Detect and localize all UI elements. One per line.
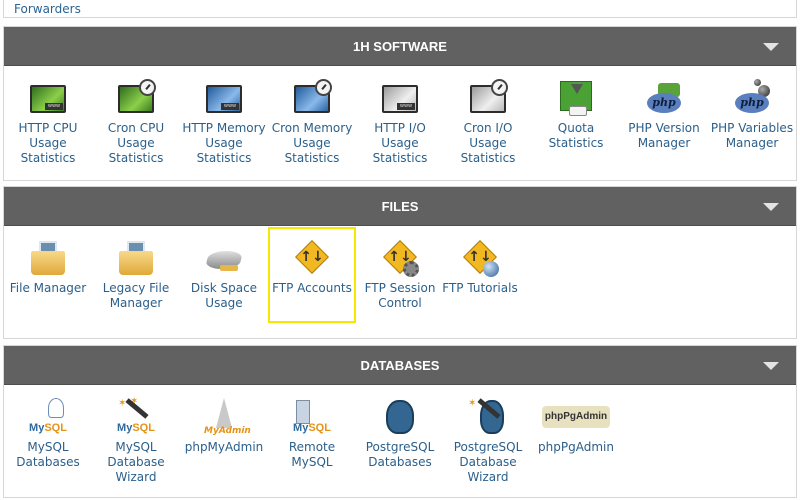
item-label: Cron CPU Usage Statistics xyxy=(107,121,165,165)
group-header-1h-software[interactable]: 1H SOFTWARE xyxy=(4,27,796,66)
cron-io-stats-icon xyxy=(468,79,508,119)
collapse-arrow-icon[interactable] xyxy=(763,362,779,370)
forwarders-link[interactable]: Forwarders xyxy=(14,2,81,16)
item-ftp-accounts[interactable]: ↑↓ FTP Accounts xyxy=(268,227,356,323)
item-cron-cpu-usage-statistics[interactable]: Cron CPU Usage Statistics xyxy=(92,79,180,166)
cron-cpu-stats-icon xyxy=(116,79,156,119)
item-postgresql-databases[interactable]: PostgreSQL Databases xyxy=(356,398,444,470)
item-phpmyadmin[interactable]: MyAdmin phpMyAdmin xyxy=(180,398,268,455)
quota-stats-icon xyxy=(556,79,596,119)
item-mysql-databases[interactable]: MySQL MySQL Databases xyxy=(4,398,92,470)
item-label: Remote MySQL xyxy=(288,440,336,469)
group-databases: DATABASES MySQL MySQL Databases ✶ ✶ MySQL … xyxy=(3,345,797,498)
ftp-accounts-icon: ↑↓ xyxy=(292,239,332,279)
item-label: MySQL Databases xyxy=(16,440,80,469)
group-header-databases[interactable]: DATABASES xyxy=(4,346,796,385)
collapse-arrow-icon[interactable] xyxy=(763,43,779,51)
item-label: PostgreSQL Databases xyxy=(365,440,435,469)
http-io-stats-icon: www xyxy=(380,79,420,119)
item-cron-memory-usage-statistics[interactable]: Cron Memory Usage Statistics xyxy=(268,79,356,166)
item-http-io-usage-statistics[interactable]: www HTTP I/O Usage Statistics xyxy=(356,79,444,166)
item-phppgadmin[interactable]: phpPgAdmin phpPgAdmin xyxy=(532,398,620,455)
group-title: FILES xyxy=(381,199,419,214)
group-files: FILES File Manager Legacy File Manager D… xyxy=(3,186,797,339)
item-postgresql-database-wizard[interactable]: ✶ PostgreSQL Database Wizard xyxy=(444,398,532,485)
item-label: Cron I/O Usage Statistics xyxy=(460,121,516,165)
item-label: HTTP CPU Usage Statistics xyxy=(18,121,78,165)
item-label: FTP Accounts xyxy=(272,281,352,295)
item-remote-mysql[interactable]: MySQL Remote MySQL xyxy=(268,398,356,470)
item-label: phpPgAdmin xyxy=(538,440,614,454)
item-label: Disk Space Usage xyxy=(190,281,258,310)
disk-space-icon xyxy=(204,239,244,279)
item-label: Legacy File Manager xyxy=(102,281,170,310)
http-cpu-stats-icon: www xyxy=(28,79,68,119)
http-memory-stats-icon: www xyxy=(204,79,244,119)
group-1h-software: 1H SOFTWARE www HTTP CPU Usage Statistic… xyxy=(3,26,797,181)
item-label: Quota Statistics xyxy=(548,121,604,150)
php-version-icon: php xyxy=(644,79,684,119)
item-disk-space-usage[interactable]: Disk Space Usage xyxy=(180,239,268,311)
item-ftp-tutorials[interactable]: ↑↓ FTP Tutorials xyxy=(436,239,524,296)
item-php-version-manager[interactable]: php PHP Version Manager xyxy=(620,79,708,151)
ftp-tutorials-icon: ↑↓ xyxy=(460,239,500,279)
phppgadmin-icon: phpPgAdmin xyxy=(542,398,610,438)
item-http-cpu-usage-statistics[interactable]: www HTTP CPU Usage Statistics xyxy=(4,79,92,166)
mysql-icon: MySQL xyxy=(28,398,68,438)
email-panel-bottom: Forwarders xyxy=(3,0,797,18)
item-label: PHP Version Manager xyxy=(628,121,700,150)
group-title: 1H SOFTWARE xyxy=(353,39,447,54)
item-label: FTP Session Control xyxy=(364,281,436,310)
phpmyadmin-icon: MyAdmin xyxy=(204,398,251,438)
item-label: MySQL Database Wizard xyxy=(107,440,165,484)
item-label: File Manager xyxy=(9,281,87,295)
item-file-manager[interactable]: File Manager xyxy=(4,239,92,296)
cron-memory-stats-icon xyxy=(292,79,332,119)
postgresql-icon xyxy=(380,398,420,438)
legacy-file-manager-icon xyxy=(116,239,156,279)
remote-mysql-icon: MySQL xyxy=(292,398,332,438)
php-variables-icon: php xyxy=(732,79,772,119)
item-ftp-session-control[interactable]: ↑↓ FTP Session Control xyxy=(356,239,444,311)
item-http-memory-usage-statistics[interactable]: www HTTP Memory Usage Statistics xyxy=(180,79,268,166)
mysql-wizard-icon: ✶ ✶ MySQL xyxy=(117,396,155,434)
group-header-files[interactable]: FILES xyxy=(4,187,796,226)
collapse-arrow-icon[interactable] xyxy=(763,203,779,211)
item-label: HTTP I/O Usage Statistics xyxy=(372,121,428,165)
item-label: HTTP Memory Usage Statistics xyxy=(182,121,266,165)
item-mysql-database-wizard[interactable]: ✶ ✶ MySQL MySQL Database Wizard xyxy=(92,396,180,485)
item-legacy-file-manager[interactable]: Legacy File Manager xyxy=(92,239,180,311)
group-title: DATABASES xyxy=(360,358,440,373)
item-label: FTP Tutorials xyxy=(442,281,518,295)
item-php-variables-manager[interactable]: php PHP Variables Manager xyxy=(708,79,796,151)
item-quota-statistics[interactable]: Quota Statistics xyxy=(532,79,620,151)
item-label: PostgreSQL Database Wizard xyxy=(453,440,523,484)
item-label: phpMyAdmin xyxy=(184,440,264,454)
file-manager-icon xyxy=(28,239,68,279)
item-label: Cron Memory Usage Statistics xyxy=(271,121,353,165)
item-cron-io-usage-statistics[interactable]: Cron I/O Usage Statistics xyxy=(444,79,532,166)
postgresql-wizard-icon: ✶ xyxy=(468,398,508,438)
item-label: PHP Variables Manager xyxy=(710,121,794,150)
ftp-session-icon: ↑↓ xyxy=(380,239,420,279)
